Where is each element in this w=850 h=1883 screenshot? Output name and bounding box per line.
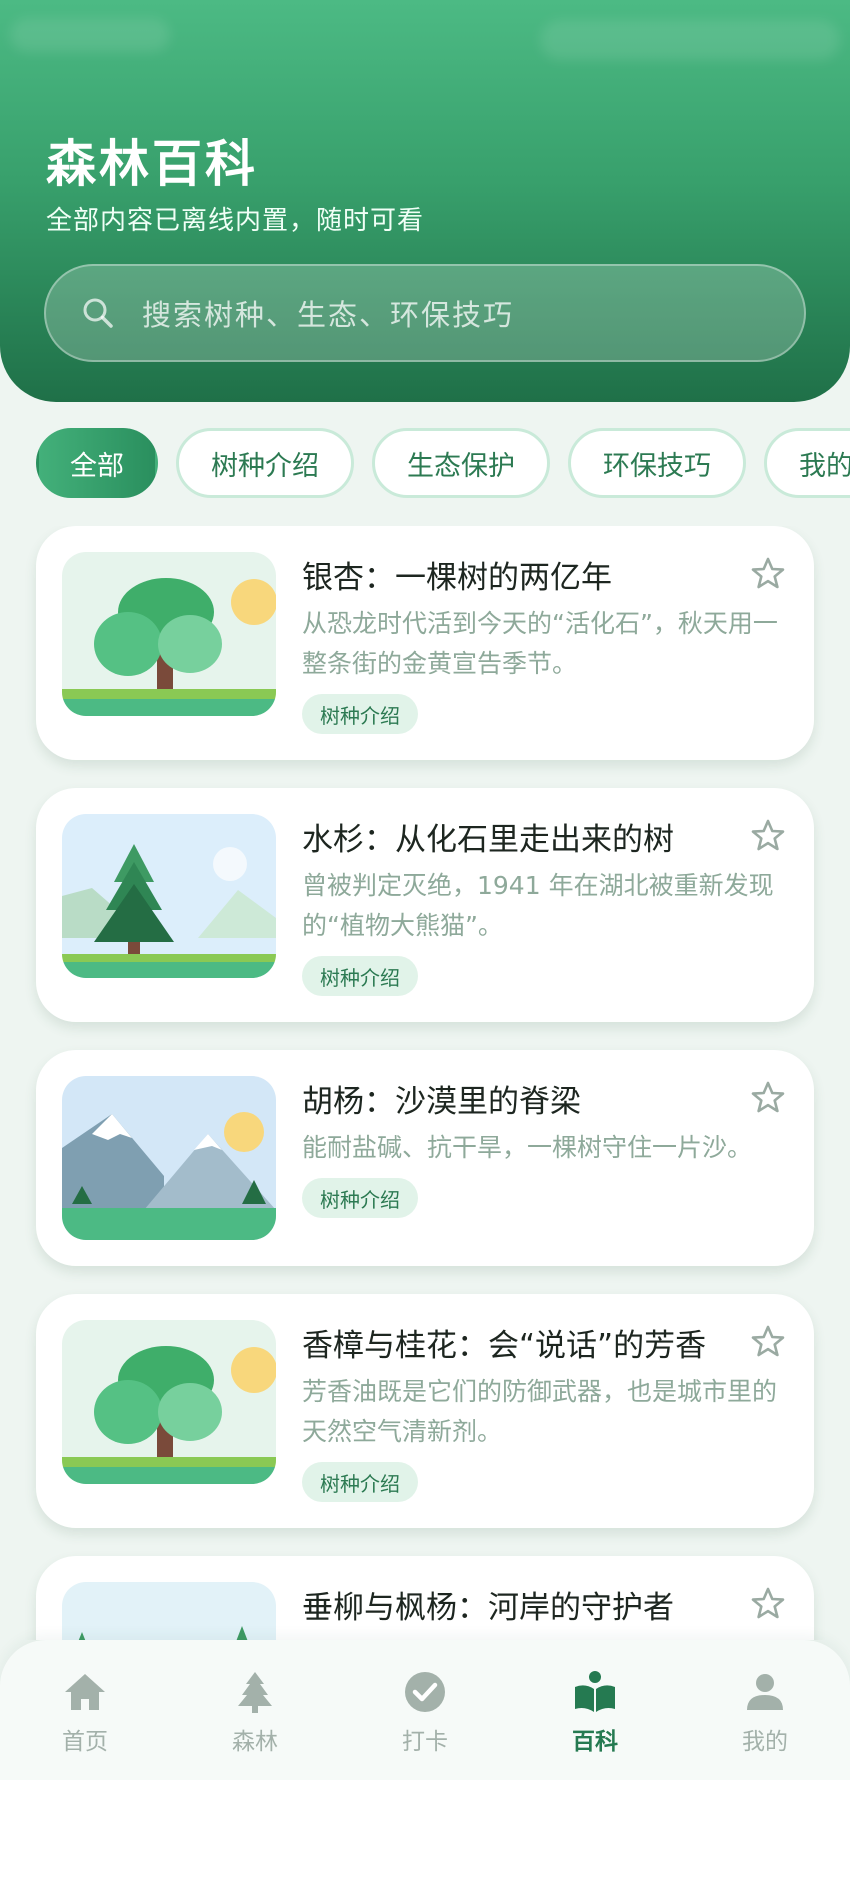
- article-description: 能耐盐碱、抗干旱，一棵树守住一片沙。: [302, 1133, 753, 1162]
- article-card[interactable]: 水杉：从化石里走出来的树 曾被判定灭绝，1941 年在湖北被重新发现的“植物大熊…: [36, 788, 814, 1022]
- user-icon: [747, 1674, 783, 1710]
- article-description: 从恐龙时代活到今天的“活化石”，秋天用一整条街的金黄宣告季节。: [302, 609, 778, 678]
- article-title: 香樟与桂花：会“说话”的芳香: [302, 1328, 707, 1364]
- search-icon: [83, 298, 113, 328]
- search-input[interactable]: 搜索树种、生态、环保技巧: [44, 264, 806, 362]
- chip-favorites[interactable]: 我的收藏: [764, 428, 850, 498]
- tree-illustration-icon: [62, 1320, 276, 1484]
- chip-eco-tips[interactable]: 环保技巧: [568, 428, 746, 498]
- tab-encyclopedia[interactable]: 百科: [510, 1640, 680, 1780]
- article-title: 胡杨：沙漠里的脊梁: [302, 1084, 581, 1120]
- chip-ecology[interactable]: 生态保护: [372, 428, 550, 498]
- article-card[interactable]: 银杏：一棵树的两亿年 从恐龙时代活到今天的“活化石”，秋天用一整条街的金黄宣告季…: [36, 526, 814, 760]
- article-description: 曾被判定灭绝，1941 年在湖北被重新发现的“植物大熊猫”。: [302, 871, 774, 940]
- article-list[interactable]: 银杏：一棵树的两亿年 从恐龙时代活到今天的“活化石”，秋天用一整条街的金黄宣告季…: [0, 526, 850, 1640]
- tab-label: 我的: [742, 1729, 788, 1755]
- chip-tree-species[interactable]: 树种介绍: [176, 428, 354, 498]
- header: 森林百科 全部内容已离线内置，随时可看 搜索树种、生态、环保技巧: [0, 0, 850, 402]
- tab-home[interactable]: 首页: [0, 1640, 170, 1780]
- page-title: 森林百科: [46, 135, 258, 193]
- tab-label: 百科: [572, 1729, 618, 1755]
- article-card[interactable]: 垂柳与枫杨：河岸的守护者: [36, 1556, 814, 1640]
- star-icon[interactable]: [750, 1586, 786, 1622]
- star-icon[interactable]: [750, 1324, 786, 1360]
- pine-illustration-icon: [62, 814, 276, 978]
- bottom-tab-bar: 首页 森林 打卡 百科 我的: [0, 1640, 850, 1780]
- article-thumbnail: [62, 1582, 276, 1640]
- chip-all[interactable]: 全部: [36, 428, 158, 498]
- star-icon[interactable]: [750, 818, 786, 854]
- page-subtitle: 全部内容已离线内置，随时可看: [46, 206, 425, 236]
- article-tag: 树种介绍: [302, 956, 418, 996]
- tab-profile[interactable]: 我的: [680, 1640, 850, 1780]
- star-icon[interactable]: [750, 1080, 786, 1116]
- article-thumbnail: [62, 1076, 276, 1240]
- river-illustration-icon: [62, 1582, 276, 1640]
- article-tag: 树种介绍: [302, 1178, 418, 1218]
- check-circle-icon: [405, 1672, 445, 1712]
- article-title: 垂柳与枫杨：河岸的守护者: [302, 1590, 674, 1626]
- article-card[interactable]: 胡杨：沙漠里的脊梁 能耐盐碱、抗干旱，一棵树守住一片沙。 树种介绍: [36, 1050, 814, 1266]
- tab-forest[interactable]: 森林: [170, 1640, 340, 1780]
- star-icon[interactable]: [750, 556, 786, 592]
- tab-label: 森林: [232, 1729, 278, 1755]
- article-tag: 树种介绍: [302, 1462, 418, 1502]
- article-thumbnail: [62, 814, 276, 978]
- mountain-illustration-icon: [62, 1076, 276, 1240]
- article-tag: 树种介绍: [302, 694, 418, 734]
- tree-icon: [238, 1672, 272, 1713]
- article-card[interactable]: 香樟与桂花：会“说话”的芳香 芳香油既是它们的防御武器，也是城市里的天然空气清新…: [36, 1294, 814, 1528]
- article-title: 水杉：从化石里走出来的树: [302, 822, 674, 858]
- tab-label: 首页: [62, 1729, 108, 1755]
- article-title: 银杏：一棵树的两亿年: [302, 560, 612, 596]
- category-chips: 全部树种介绍生态保护环保技巧我的收藏: [36, 428, 850, 500]
- system-bar-area: [0, 1780, 850, 1883]
- article-thumbnail: [62, 1320, 276, 1484]
- book-icon: [575, 1671, 615, 1712]
- tree-illustration-icon: [62, 552, 276, 716]
- article-thumbnail: [62, 552, 276, 716]
- tab-checkin[interactable]: 打卡: [340, 1640, 510, 1780]
- home-icon: [65, 1674, 105, 1710]
- search-placeholder: 搜索树种、生态、环保技巧: [142, 298, 515, 332]
- tab-label: 打卡: [402, 1729, 448, 1755]
- article-description: 芳香油既是它们的防御武器，也是城市里的天然空气清新剂。: [302, 1377, 778, 1446]
